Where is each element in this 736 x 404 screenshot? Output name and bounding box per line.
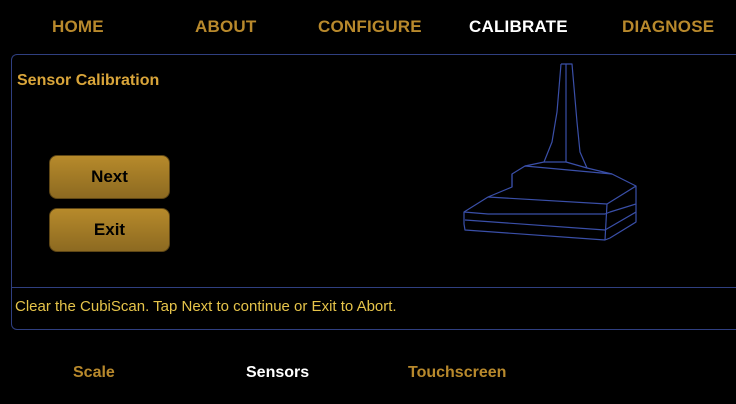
tab-about[interactable]: ABOUT (195, 17, 256, 37)
cubiscan-wireframe-icon (463, 63, 637, 241)
top-navigation: HOME ABOUT CONFIGURE CALIBRATE DIAGNOSE (0, 0, 736, 50)
status-divider (12, 287, 736, 288)
subtab-sensors[interactable]: Sensors (246, 364, 309, 382)
page-title: Sensor Calibration (17, 72, 160, 89)
subtab-touchscreen[interactable]: Touchscreen (408, 364, 506, 382)
subtab-scale[interactable]: Scale (73, 364, 115, 382)
tab-home[interactable]: HOME (52, 17, 104, 37)
tab-diagnose[interactable]: DIAGNOSE (622, 17, 714, 37)
exit-button[interactable]: Exit (49, 208, 170, 252)
tab-calibrate[interactable]: CALIBRATE (469, 17, 568, 37)
next-button[interactable]: Next (49, 155, 170, 199)
status-message: Clear the CubiScan. Tap Next to continue… (15, 298, 397, 315)
tab-configure[interactable]: CONFIGURE (318, 17, 422, 37)
calibration-panel: Sensor Calibration Next Exit Clear the C… (11, 54, 736, 330)
